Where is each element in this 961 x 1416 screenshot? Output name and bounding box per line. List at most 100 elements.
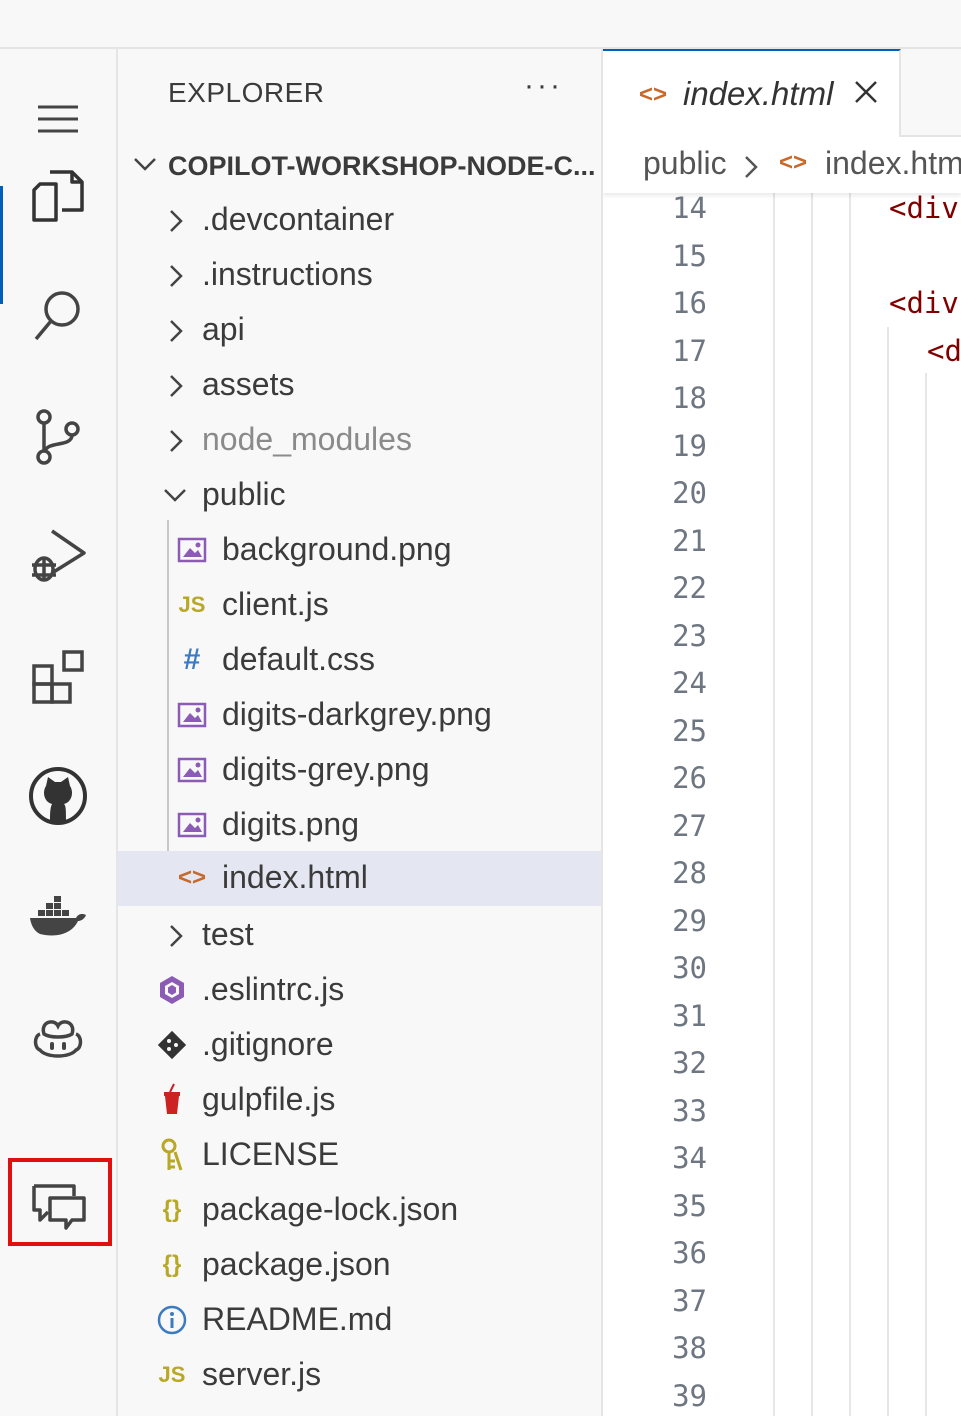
- extensions-icon: [32, 650, 84, 704]
- tree-item-label: index.html: [222, 859, 368, 895]
- line-number: 18: [672, 381, 707, 415]
- activity-github[interactable]: [0, 746, 116, 846]
- indent-guide: [849, 193, 851, 1416]
- activity-explorer[interactable]: [0, 146, 116, 246]
- gulp-file-icon: [156, 1083, 188, 1116]
- tree-item-license[interactable]: LICENSE: [118, 1128, 601, 1183]
- activity-extensions[interactable]: [0, 626, 116, 726]
- tree-item-label: node_modules: [202, 421, 412, 457]
- tree-item-label: package.json: [202, 1246, 391, 1282]
- chevron-right-icon: [170, 265, 183, 287]
- line-number: 21: [672, 523, 707, 558]
- tree-item-api[interactable]: api: [118, 303, 601, 358]
- activity-run-debug[interactable]: [0, 505, 116, 605]
- tree-item-label: public: [202, 476, 286, 512]
- license-key-icon: [156, 1138, 188, 1171]
- line-number: 27: [672, 808, 707, 843]
- info-icon: [156, 1304, 188, 1336]
- tree-item-gulpfile-js[interactable]: gulpfile.js: [118, 1073, 601, 1128]
- css-file-icon: #: [183, 643, 201, 676]
- activity-docker[interactable]: [0, 866, 116, 966]
- chevron-down-icon: [134, 158, 156, 171]
- line-number: 24: [672, 666, 707, 700]
- code-editor[interactable]: public <> index.htm 14 15 16 17 18 19 20 21 22 23…: [603, 137, 961, 1416]
- line-number: 16: [672, 286, 707, 320]
- tree-item-label: LICENSE: [202, 1136, 339, 1172]
- line-number: 32: [672, 1046, 707, 1080]
- title-bar: [0, 0, 961, 49]
- activity-source-control[interactable]: [0, 387, 116, 487]
- tree-item-eslintrc-js[interactable]: .eslintrc.js: [118, 963, 601, 1018]
- tree-item-instructions[interactable]: .instructions: [118, 248, 601, 303]
- hamburger-menu-icon: [38, 105, 78, 133]
- run-debug-icon: [32, 529, 86, 582]
- json-file-icon: {}: [162, 1251, 182, 1278]
- editor-tab-bar: <> index.html: [603, 49, 961, 137]
- breadcrumb-file[interactable]: index.htm: [825, 145, 961, 182]
- tab-label: index.html: [683, 75, 834, 112]
- tree-item-label: digits.png: [222, 806, 359, 842]
- indent-guide: [811, 193, 813, 1416]
- tree-item-package-json[interactable]: {} package.json: [118, 1238, 601, 1293]
- javascript-file-icon: JS: [178, 592, 206, 617]
- tree-item-label: assets: [202, 366, 295, 402]
- tab-index-html[interactable]: <> index.html: [603, 49, 901, 137]
- more-actions-button[interactable]: ···: [524, 69, 563, 103]
- tree-item-label: client.js: [222, 586, 329, 622]
- workspace-root-folder[interactable]: COPILOT-WORKSHOP-NODE-C...: [118, 137, 601, 193]
- activity-copilot[interactable]: [0, 986, 116, 1086]
- line-number: 29: [672, 903, 707, 938]
- tree-item-gitignore[interactable]: .gitignore: [118, 1018, 601, 1073]
- tree-item-package-lock-json[interactable]: {} package-lock.json: [118, 1183, 601, 1238]
- tree-item-default-css[interactable]: # default.css: [118, 633, 601, 688]
- code-line: <d: [927, 333, 961, 368]
- line-number: 28: [672, 856, 707, 890]
- tree-item-assets[interactable]: assets: [118, 358, 601, 413]
- copilot-icon: [33, 1020, 83, 1058]
- image-file-icon: [176, 699, 208, 731]
- github-icon: [29, 767, 87, 825]
- tree-item-devcontainer[interactable]: .devcontainer: [118, 193, 601, 248]
- tree-item-node-modules[interactable]: node_modules: [118, 413, 601, 468]
- tree-item-public[interactable]: public: [118, 468, 601, 523]
- tree-item-client-js[interactable]: JS client.js: [118, 578, 601, 633]
- tree-item-background-png[interactable]: background.png: [118, 523, 601, 578]
- chevron-down-icon: [164, 489, 186, 502]
- tree-item-digits-grey-png[interactable]: digits-grey.png: [118, 743, 601, 798]
- html-file-icon: <>: [779, 149, 808, 176]
- line-number: 33: [672, 1093, 707, 1128]
- tree-item-label: digits-grey.png: [222, 751, 430, 787]
- image-file-icon: [176, 754, 208, 786]
- html-file-icon: <>: [639, 81, 668, 108]
- tree-item-label: README.md: [202, 1301, 393, 1337]
- eslint-file-icon: [156, 974, 188, 1006]
- breadcrumb-folder[interactable]: public: [643, 145, 727, 182]
- tree-item-label: .gitignore: [202, 1026, 334, 1062]
- chevron-right-icon: [170, 320, 183, 342]
- tree-item-label: api: [202, 311, 245, 347]
- line-number: 37: [672, 1283, 707, 1318]
- line-number: 25: [672, 713, 707, 748]
- chevron-right-icon: [745, 156, 758, 178]
- close-icon[interactable]: [851, 77, 881, 107]
- explorer-sidebar: EXPLORER ··· COPILOT-WORKSHOP-NODE-C... …: [118, 49, 603, 1416]
- tree-item-label: .eslintrc.js: [202, 971, 345, 1007]
- tree-item-test[interactable]: test: [118, 908, 601, 963]
- line-number: 35: [672, 1188, 707, 1223]
- image-file-icon: [176, 534, 208, 566]
- indent-guide: [773, 193, 775, 1416]
- code-line: <div: [889, 191, 959, 225]
- line-number: 17: [672, 333, 707, 368]
- tree-item-server-js[interactable]: JS server.js: [118, 1348, 601, 1403]
- explorer-title: EXPLORER: [168, 77, 325, 108]
- tree-item-index-html[interactable]: <> index.html: [118, 851, 601, 906]
- tree-item-digits-darkgrey-png[interactable]: digits-darkgrey.png: [118, 688, 601, 743]
- indent-guide: [925, 373, 927, 1416]
- chevron-right-icon: [170, 925, 183, 947]
- line-number: 36: [672, 1236, 707, 1270]
- tree-item-readme-md[interactable]: README.md: [118, 1293, 601, 1348]
- tree-item-label: .instructions: [202, 256, 373, 292]
- line-number: 31: [672, 998, 707, 1033]
- tree-item-digits-png[interactable]: digits.png: [118, 798, 601, 853]
- activity-search[interactable]: [0, 265, 116, 365]
